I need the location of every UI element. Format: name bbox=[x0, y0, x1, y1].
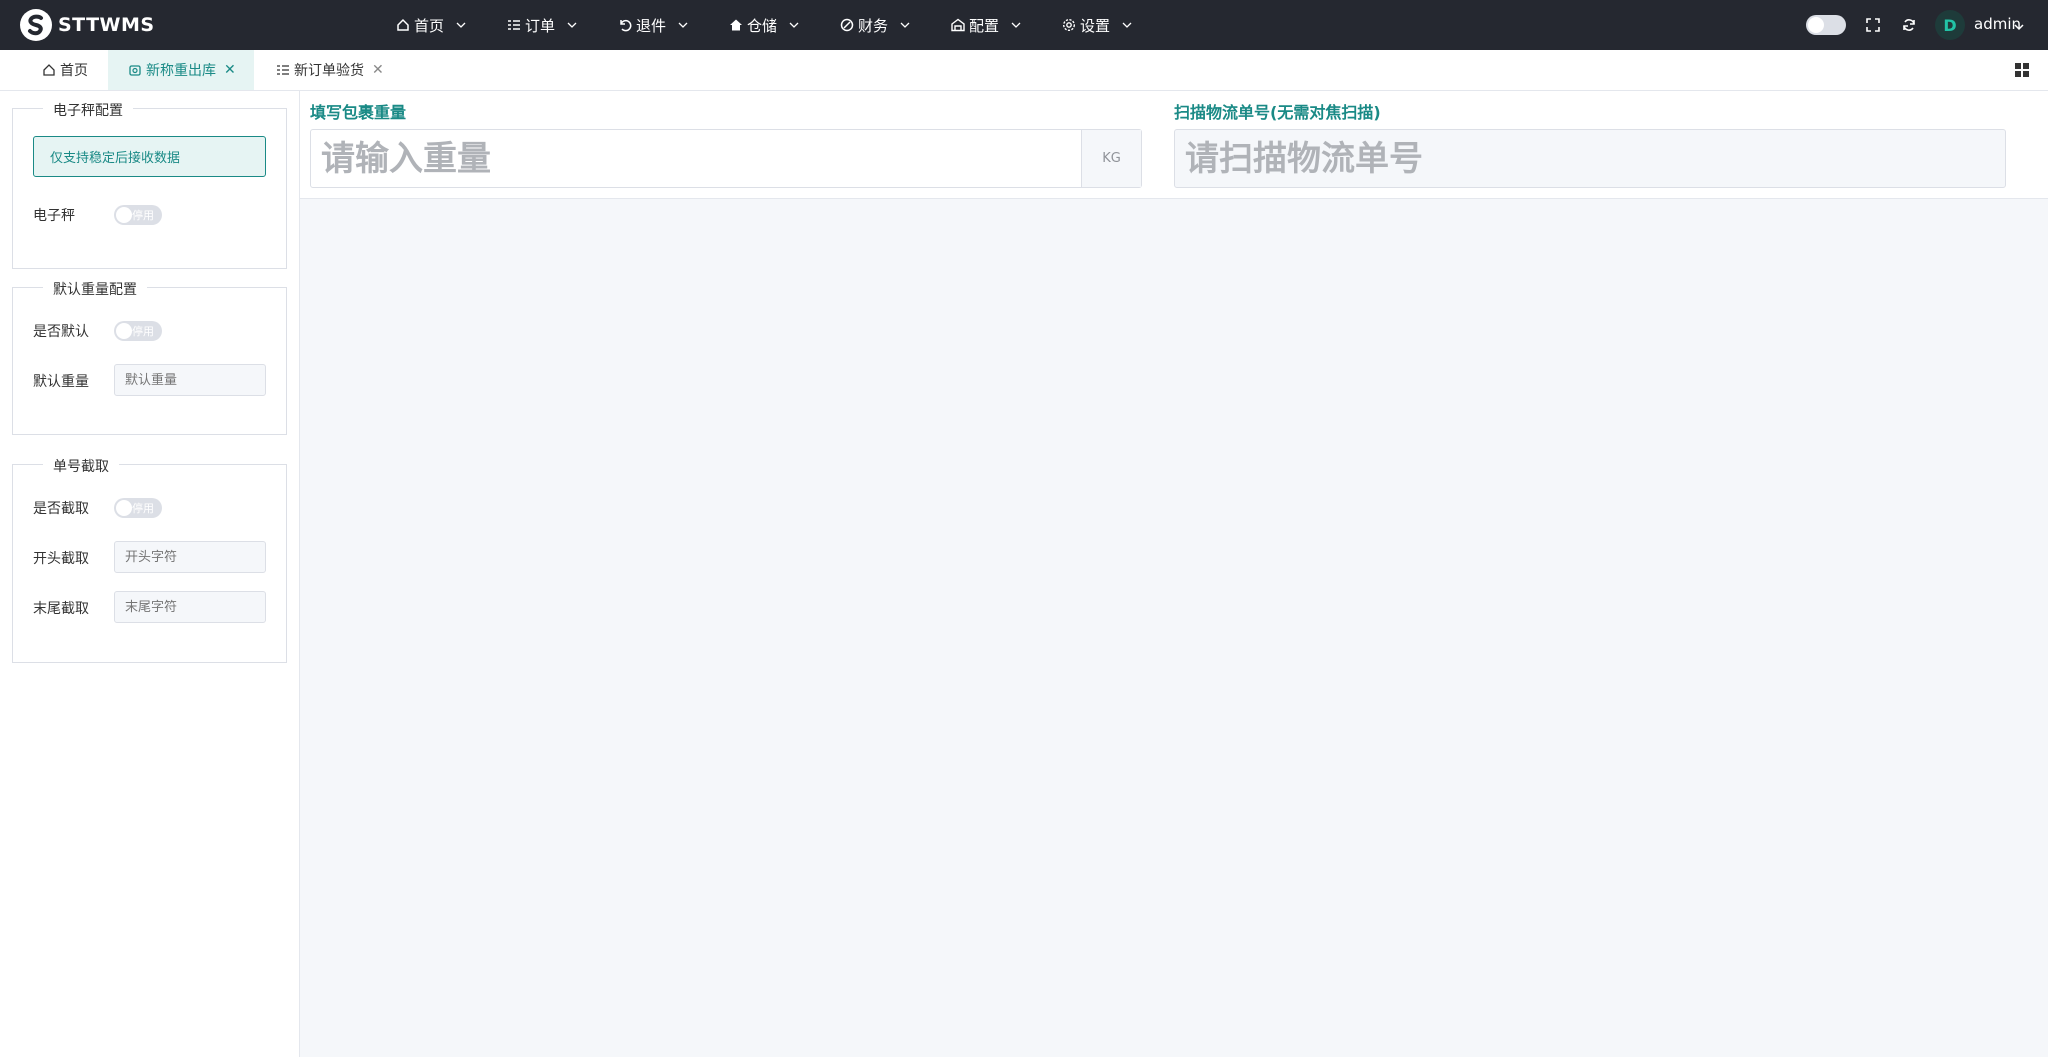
menu-home-label: 首页 bbox=[414, 16, 445, 35]
is-default-switch[interactable]: 停用 bbox=[114, 321, 162, 341]
truncate-end-input[interactable] bbox=[114, 591, 266, 623]
tab-weigh-outbound[interactable]: 新称重出库 ✕ bbox=[108, 50, 254, 90]
chevron-down-icon bbox=[1011, 20, 1021, 30]
menu-home[interactable]: 首页 bbox=[392, 0, 503, 50]
tab-home-label: 首页 bbox=[60, 63, 88, 79]
close-icon[interactable]: ✕ bbox=[224, 62, 236, 78]
menu-storage[interactable]: 仓储 bbox=[725, 0, 836, 50]
brand[interactable]: STTWMS bbox=[20, 0, 155, 50]
scale-switch[interactable]: 停用 bbox=[114, 205, 162, 225]
list-icon bbox=[507, 18, 521, 32]
top-navbar: STTWMS 首页 订单 退件 仓储 财务 配置 设置 D admin bbox=[0, 0, 2048, 50]
input-header: 填写包裹重量 KG 扫描物流单号(无需对焦扫描) bbox=[300, 91, 2048, 199]
house-icon bbox=[729, 18, 743, 32]
section-title: 电子秤配置 bbox=[43, 100, 133, 120]
menu-orders-label: 订单 bbox=[525, 16, 556, 35]
chevron-down-icon bbox=[678, 20, 688, 30]
avatar[interactable]: D bbox=[1935, 10, 1965, 40]
page-tabs: 首页 新称重出库 ✕ 新订单验货 ✕ bbox=[0, 50, 2048, 91]
chevron-down-icon bbox=[789, 20, 799, 30]
warehouse-icon bbox=[951, 18, 965, 32]
truncate-end-label: 末尾截取 bbox=[33, 601, 89, 617]
is-truncate-label: 是否截取 bbox=[33, 501, 89, 517]
tab-home[interactable]: 首页 bbox=[30, 50, 106, 90]
default-weight-section: 默认重量配置 是否默认 停用 默认重量 bbox=[12, 279, 287, 435]
close-icon[interactable]: ✕ bbox=[372, 62, 384, 78]
is-truncate-switch[interactable]: 停用 bbox=[114, 498, 162, 518]
settings-sidebar: 电子秤配置 仅支持稳定后接收数据 电子秤 停用 默认重量配置 是否默认 停用 默… bbox=[0, 91, 300, 1057]
stable-data-notice: 仅支持稳定后接收数据 bbox=[33, 136, 266, 177]
weight-field-title: 填写包裹重量 bbox=[310, 103, 407, 122]
is-default-label: 是否默认 bbox=[33, 324, 89, 340]
tracking-field-title: 扫描物流单号(无需对焦扫描) bbox=[1174, 103, 1381, 122]
chevron-down-icon bbox=[1122, 20, 1132, 30]
refresh-icon[interactable] bbox=[1901, 17, 1917, 33]
default-weight-label: 默认重量 bbox=[33, 374, 89, 390]
menu-orders[interactable]: 订单 bbox=[503, 0, 614, 50]
menu-config-label: 配置 bbox=[969, 16, 1000, 35]
tab-weigh-outbound-label: 新称重出库 bbox=[146, 63, 216, 79]
fullscreen-icon[interactable] bbox=[1865, 17, 1881, 33]
theme-toggle[interactable] bbox=[1806, 15, 1846, 35]
gear-icon bbox=[1062, 18, 1076, 32]
scale-config-section: 电子秤配置 仅支持稳定后接收数据 电子秤 停用 bbox=[12, 100, 287, 269]
default-weight-input[interactable] bbox=[114, 364, 266, 396]
tab-order-inspection-label: 新订单验货 bbox=[294, 63, 364, 79]
home-icon bbox=[42, 63, 56, 77]
chevron-down-icon bbox=[456, 20, 466, 30]
tab-order-inspection[interactable]: 新订单验货 ✕ bbox=[262, 50, 392, 90]
main-content: 填写包裹重量 KG 扫描物流单号(无需对焦扫描) bbox=[300, 91, 2048, 1057]
list-icon bbox=[276, 63, 290, 77]
menu-settings-label: 设置 bbox=[1080, 16, 1111, 35]
section-title: 默认重量配置 bbox=[43, 279, 147, 299]
menu-storage-label: 仓储 bbox=[747, 16, 778, 35]
home-icon bbox=[396, 18, 410, 32]
menu-returns[interactable]: 退件 bbox=[614, 0, 725, 50]
tracking-truncate-section: 单号截取 是否截取 停用 开头截取 末尾截取 bbox=[12, 456, 287, 663]
menu-settings[interactable]: 设置 bbox=[1058, 0, 1169, 50]
weight-input-group: KG bbox=[310, 129, 1142, 188]
undo-icon bbox=[618, 18, 632, 32]
scale-label: 电子秤 bbox=[33, 208, 75, 224]
menu-returns-label: 退件 bbox=[636, 16, 667, 35]
switch-text: 停用 bbox=[132, 209, 154, 222]
chevron-down-icon bbox=[567, 20, 577, 30]
tracking-input[interactable] bbox=[1175, 130, 2005, 187]
section-title: 单号截取 bbox=[43, 456, 119, 476]
weight-input[interactable] bbox=[311, 130, 1081, 187]
menu-finance[interactable]: 财务 bbox=[836, 0, 947, 50]
tracking-input-group bbox=[1174, 129, 2006, 188]
truncate-start-label: 开头截取 bbox=[33, 551, 89, 567]
switch-text: 停用 bbox=[132, 325, 154, 338]
menu-config[interactable]: 配置 bbox=[947, 0, 1058, 50]
brand-logo-icon bbox=[20, 9, 52, 41]
brand-name: STTWMS bbox=[58, 14, 155, 36]
main-menu: 首页 订单 退件 仓储 财务 配置 设置 bbox=[392, 0, 1169, 50]
chevron-down-icon bbox=[900, 20, 910, 30]
scale-icon bbox=[128, 63, 142, 77]
menu-finance-label: 财务 bbox=[858, 16, 889, 35]
truncate-start-input[interactable] bbox=[114, 541, 266, 573]
coin-icon bbox=[840, 18, 854, 32]
grid-menu-icon[interactable] bbox=[2014, 62, 2030, 78]
weight-unit: KG bbox=[1081, 130, 1141, 187]
switch-text: 停用 bbox=[132, 502, 154, 515]
chevron-down-icon[interactable] bbox=[2014, 20, 2024, 36]
